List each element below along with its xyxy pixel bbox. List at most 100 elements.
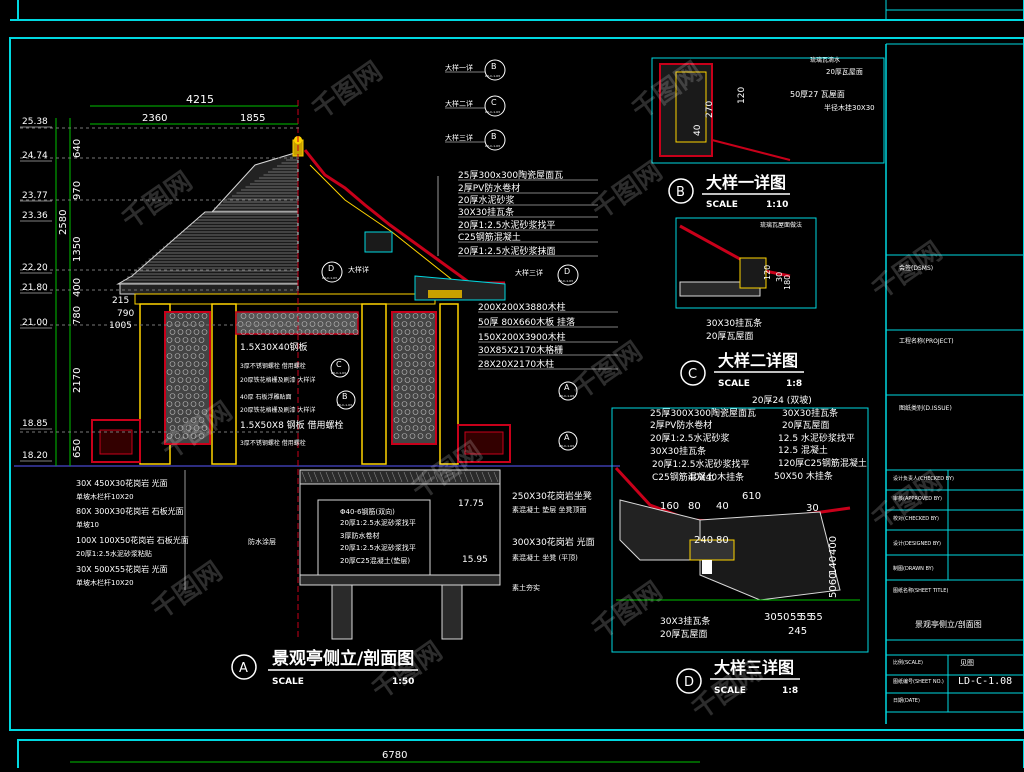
detail-ref-code: B xyxy=(491,62,497,71)
detail-d-note: 40X40木挂条 xyxy=(688,471,744,483)
material-callout: 3厚不锈钢螺栓 借用螺栓 xyxy=(240,362,306,370)
detail-d-note: 30X30挂瓦条 xyxy=(650,445,706,457)
top-dimension: 2360 xyxy=(142,113,167,124)
material-callout: 3厚不锈钢螺栓 借用螺栓 xyxy=(240,439,306,447)
elevation-label: 21.00 xyxy=(22,318,48,328)
detail-d-dimension: 40 xyxy=(716,501,729,512)
watermark-text: 千图网 xyxy=(587,576,668,645)
material-callout: 单坡木栏杆10X20 xyxy=(76,492,134,501)
detail-ref-sheet: LD-C-1.03 xyxy=(485,144,500,148)
detail-b-note: 半径木挂30X30 xyxy=(824,103,875,112)
detail-ref-sheet: LD-C-1.03 xyxy=(485,74,500,78)
detail-d-note: 20厚1:2.5水泥砂浆找平 xyxy=(652,458,750,470)
detail-d-dimension: 610 xyxy=(742,491,761,502)
material-callout: 28X20X2170木柱 xyxy=(478,358,554,370)
title-block-row: 工程名称(PROJECT) xyxy=(899,337,954,345)
detail-ref-sheet: LD-C-1.03 xyxy=(337,403,352,407)
elevation-label: 15.95 xyxy=(462,555,488,565)
detail-d-dimension: 240 xyxy=(694,535,713,546)
watermark-text: 千图网 xyxy=(307,56,388,125)
detail-d-note: 50X50 木挂条 xyxy=(774,470,833,482)
material-callout: 300X30花岗岩 光面 xyxy=(512,536,595,548)
detail-d-note: 120厚C25钢筋混凝土 xyxy=(778,457,867,469)
material-callout: 20厚1:2.5水泥砂浆找平 xyxy=(340,543,416,552)
detail-ref-code: C xyxy=(336,360,342,369)
detail-ref-sheet: LD-C-1.03 xyxy=(559,394,574,398)
title-block-row: 制图(DRAWN BY) xyxy=(893,565,934,572)
material-callout: 素土夯实 xyxy=(512,583,540,592)
watermark-text: 千图网 xyxy=(567,336,648,405)
detail-d-note: 20厚24 (双坡) xyxy=(752,394,812,406)
material-callout: 100X 100X50花岗岩 石板光面 xyxy=(76,535,189,545)
view-bubble-letter: B xyxy=(676,185,685,200)
material-callout: 防水涂层 xyxy=(248,537,276,546)
detail-d-note: 20厚瓦屋面 xyxy=(660,629,707,640)
detail-c-note: 30X30挂瓦条 xyxy=(706,317,762,329)
vertical-dimension: 2580 xyxy=(58,210,69,235)
material-callout: 20厚水泥砂浆 xyxy=(458,194,514,206)
elevation-label: 18.85 xyxy=(22,419,48,429)
detail-ref-code: B xyxy=(342,392,348,401)
top-dimension: 1855 xyxy=(240,113,265,124)
detail-d-note: 12.5 水泥砂浆找平 xyxy=(778,432,855,444)
elevation-label: 23.77 xyxy=(22,191,48,201)
detail-b-note: 120 xyxy=(737,87,747,104)
small-dimension: 215 xyxy=(112,296,129,306)
title-block: 会签(DSMS) 工程名称(PROJECT) 图纸类别(D.ISSUE) 设计负… xyxy=(885,43,1024,724)
material-callout: 150X200X3900木柱 xyxy=(478,331,566,343)
material-callout: 1.5X30X40钢板 xyxy=(240,341,308,353)
detail-d-dimension: 80 xyxy=(688,501,701,512)
detail-b-note: 琉璃瓦滴水 xyxy=(810,56,840,64)
detail-d-drawing xyxy=(611,407,869,653)
title-block-row: 比例(SCALE) xyxy=(893,659,923,666)
material-callout: 素混凝土 坐凳 (平顶) xyxy=(512,553,578,562)
detail-reference: 大样三详 xyxy=(515,268,543,277)
material-callout: 20厚1:2.5水泥砂浆抹面 xyxy=(458,245,556,257)
material-callout: 250X30花岗岩坐凳 xyxy=(512,490,592,502)
elevation-label: 23.36 xyxy=(22,211,48,221)
scale-label: SCALE xyxy=(272,677,304,687)
bottom-dimension: 6780 xyxy=(382,750,407,761)
detail-d-note: 20厚1:2.5水泥砂浆 xyxy=(650,432,730,444)
material-callout: 2厚PV防水卷材 xyxy=(458,182,520,194)
detail-ref-sheet: LD-C-1.03 xyxy=(558,279,573,283)
watermark-text: 千图网 xyxy=(367,636,448,705)
scale-value: 1:8 xyxy=(786,379,802,389)
small-dimension: 1005 xyxy=(109,321,132,331)
detail-d-dimension: 160 xyxy=(660,501,679,512)
detail-d-note: 25厚300X300陶瓷屋面瓦 xyxy=(650,407,756,419)
title-block-row: 日期(DATE) xyxy=(893,698,920,704)
detail-ref-code: B xyxy=(491,132,497,141)
detail-d-dimension: 55 xyxy=(810,612,823,623)
scale-value: 见图 xyxy=(960,659,974,667)
detail-d-note: 20厚瓦屋面 xyxy=(782,420,829,431)
watermark-layer: 千图网千图网 千图网千图网千图网千图网千图网千图网千图网 千图网千图网千图网 千图网 xyxy=(117,56,948,725)
detail-c-drawing xyxy=(675,217,817,309)
scale-value: 1:8 xyxy=(782,686,798,696)
detail-c-note: 20厚瓦屋面 xyxy=(706,331,753,342)
detail-reference: 大样二详 xyxy=(445,99,473,108)
elevation-label: 25.38 xyxy=(22,117,48,127)
watermark-text: 千图网 xyxy=(117,166,198,235)
sheet-number: LD-C-1.08 xyxy=(958,676,1012,687)
material-callout: 单坡10 xyxy=(76,520,99,529)
material-callout: 200X200X3880木柱 xyxy=(478,301,566,313)
vertical-dimension: 640 xyxy=(72,139,83,158)
view-bubble-letter: C xyxy=(688,367,697,382)
material-callout: 30X 450X30花岗岩 光面 xyxy=(76,478,168,488)
detail-d-dimension: 5060 xyxy=(828,573,839,598)
vertical-dimension: 780 xyxy=(72,306,83,325)
detail-d-note: 2厚PV防水卷材 xyxy=(650,419,712,431)
detail-ref-sheet: LD-C-1.03 xyxy=(559,444,574,448)
material-callout: 40厚 石板浮雕贴面 xyxy=(240,393,292,401)
detail-ref-sheet: LD-C-1.03 xyxy=(331,371,346,375)
small-dimension: 790 xyxy=(117,309,134,319)
detail-d-dimension: 400 xyxy=(828,536,839,555)
view-bubble-letter: D xyxy=(684,675,694,690)
detail-c-note: 琉璃瓦屋面做法 xyxy=(760,221,802,229)
material-callout: C25钢筋混凝土 xyxy=(458,231,521,243)
material-callout: 50厚 80X660木板 挂落 xyxy=(478,316,575,328)
material-callout: 20厚1:2.5水泥砂浆粘贴 xyxy=(76,549,152,558)
detail-d-dimension: 80 xyxy=(716,535,729,546)
detail-ref-code: D xyxy=(564,267,570,276)
